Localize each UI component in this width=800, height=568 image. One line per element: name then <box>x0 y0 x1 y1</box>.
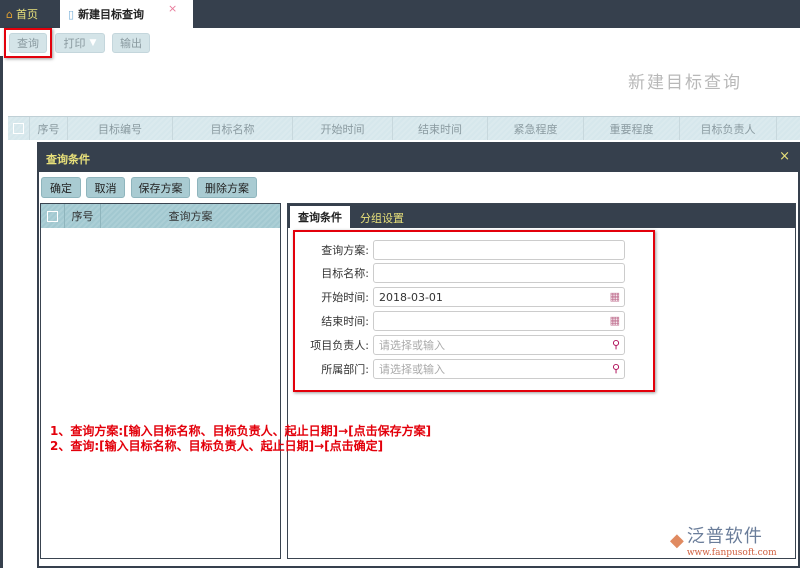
tab-group-settings[interactable]: 分组设置 <box>360 210 404 226</box>
logo-icon: ◆ <box>670 529 684 551</box>
scheme-list-header: 序号 查询方案 <box>41 204 280 228</box>
print-label: 打印 <box>63 37 86 50</box>
project-owner-input[interactable]: 请选择或输入 ⚲ <box>373 335 625 355</box>
end-time-input[interactable]: ▦ <box>373 311 625 331</box>
logo-url: www.fanpusoft.com <box>686 548 777 558</box>
field-label: 目标名称: <box>321 267 369 280</box>
export-label: 输出 <box>120 37 142 50</box>
delete-scheme-button[interactable]: 删除方案 <box>197 177 257 198</box>
grid-header: 序号 目标编号 目标名称 开始时间 结束时间 紧急程度 重要程度 目标负责人 <box>8 116 800 140</box>
column-header[interactable]: 目标编号 <box>68 117 173 140</box>
field-label: 查询方案: <box>321 244 369 257</box>
field-project-owner: 项目负责人: 请选择或输入 ⚲ <box>295 335 635 355</box>
column-header[interactable]: 紧急程度 <box>488 117 584 140</box>
column-header[interactable]: 结束时间 <box>393 117 488 140</box>
column-header[interactable]: 序号 <box>30 117 68 140</box>
dialog-body: 确定 取消 保存方案 删除方案 序号 查询方案 查询条件 分组设置 查询方案: … <box>39 172 798 566</box>
logo: ◆ 泛普软件 www.fanpusoft.com <box>670 522 777 558</box>
field-label: 项目负责人: <box>310 339 369 352</box>
column-header[interactable]: 目标负责人 <box>680 117 777 140</box>
home-icon: ⌂ <box>6 7 13 21</box>
column-header[interactable]: 查询方案 <box>101 204 280 228</box>
select-all-checkbox[interactable] <box>8 117 30 140</box>
select-all-checkbox[interactable] <box>41 204 65 228</box>
field-label: 所属部门: <box>321 363 369 376</box>
field-value: 2018-03-01 <box>379 290 443 304</box>
target-name-input[interactable] <box>373 263 625 283</box>
field-end-time: 结束时间: ▦ <box>295 311 635 331</box>
scheme-input[interactable] <box>373 240 625 260</box>
chevron-down-icon: ▼ <box>89 38 97 48</box>
column-header[interactable]: 目标名称 <box>173 117 293 140</box>
page-title: 新建目标查询 <box>628 73 742 93</box>
close-icon[interactable]: × <box>779 149 790 164</box>
print-button[interactable]: 打印 ▼ <box>55 33 105 53</box>
query-conditions-dialog: 查询条件 × 确定 取消 保存方案 删除方案 序号 查询方案 查询条件 分组设置… <box>37 142 800 568</box>
conditions-panel: 查询条件 分组设置 查询方案: 目标名称: 开始时间: 2018-03-01 ▦ 结… <box>287 203 796 559</box>
query-form: 查询方案: 目标名称: 开始时间: 2018-03-01 ▦ 结束时间: ▦ 项目负责… <box>293 230 655 392</box>
conditions-tabs: 查询条件 分组设置 <box>288 204 795 228</box>
calendar-icon[interactable]: ▦ <box>610 290 620 303</box>
field-start-time: 开始时间: 2018-03-01 ▦ <box>295 287 635 307</box>
field-scheme: 查询方案: <box>295 240 635 260</box>
confirm-button[interactable]: 确定 <box>41 177 81 198</box>
calendar-icon[interactable]: ▦ <box>610 314 620 327</box>
save-scheme-button[interactable]: 保存方案 <box>131 177 190 198</box>
department-input[interactable]: 请选择或输入 ⚲ <box>373 359 625 379</box>
note-line: 1、查询方案:[输入目标名称、目标负责人、起止日期]→[点击保存方案] <box>50 424 432 438</box>
instruction-note: 1、查询方案:[输入目标名称、目标负责人、起止日期]→[点击保存方案] 2、查询… <box>50 424 431 454</box>
field-label: 开始时间: <box>321 291 369 304</box>
field-department: 所属部门: 请选择或输入 ⚲ <box>295 359 635 379</box>
tab-home-label: 首页 <box>15 8 38 21</box>
cancel-button[interactable]: 取消 <box>86 177 125 198</box>
field-target-name: 目标名称: <box>295 263 635 283</box>
dialog-title: 查询条件 <box>46 153 90 166</box>
note-line: 2、查询:[输入目标名称、目标负责人、起止日期]→[点击确定] <box>50 439 384 453</box>
placeholder: 请选择或输入 <box>379 363 445 376</box>
start-time-input[interactable]: 2018-03-01 ▦ <box>373 287 625 307</box>
column-header[interactable]: 开始时间 <box>293 117 393 140</box>
column-header[interactable]: 重要程度 <box>584 117 680 140</box>
field-label: 结束时间: <box>321 315 369 328</box>
search-icon[interactable]: ⚲ <box>612 338 620 351</box>
search-icon[interactable]: ⚲ <box>612 362 620 375</box>
tab-home[interactable]: ⌂ 首页 <box>6 6 38 22</box>
tab-label: 新建目标查询 <box>78 8 145 21</box>
document-icon: ▯ <box>68 7 75 21</box>
tab-query-conditions[interactable]: 查询条件 <box>290 206 350 228</box>
logo-name: 泛普软件 <box>686 526 763 547</box>
export-button[interactable]: 输出 <box>112 33 150 53</box>
placeholder: 请选择或输入 <box>379 339 445 352</box>
close-tab-icon[interactable]: × <box>168 2 177 15</box>
left-border <box>0 56 3 568</box>
highlight-box <box>4 28 52 58</box>
scheme-list: 序号 查询方案 <box>40 203 281 559</box>
column-header[interactable]: 序号 <box>65 204 101 228</box>
